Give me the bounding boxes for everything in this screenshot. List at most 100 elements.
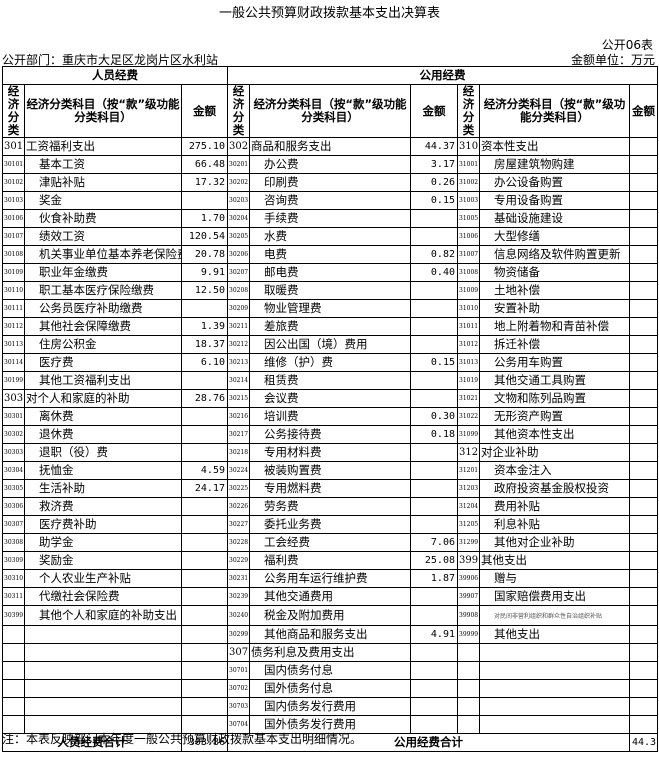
name-cell: 公务接待费 — [249, 425, 411, 444]
amount-cell — [181, 497, 228, 516]
name-cell: 赠与 — [479, 569, 630, 588]
name-cell — [479, 643, 630, 662]
amount-cell: 0.18 — [410, 425, 458, 444]
code-cell: 30202 — [227, 173, 250, 192]
code-cell: 39907 — [457, 587, 480, 606]
amount-cell — [181, 515, 228, 534]
table-row: 30299 其他商品和服务支出 4.91 39999 其他支出 — [2, 625, 658, 644]
code-cell — [2, 643, 25, 662]
name-cell: 奖励金 — [24, 551, 182, 570]
code-cell: 31005 — [457, 209, 480, 228]
name-cell: 维修（护）费 — [249, 353, 411, 372]
amount-cell — [410, 605, 458, 626]
code-cell: 30109 — [2, 263, 25, 282]
amount-cell: 120.54 — [181, 227, 228, 246]
code-cell: 30206 — [227, 245, 250, 264]
name-cell: 其他商品和服务支出 — [249, 625, 411, 644]
name-cell: 退休费 — [24, 425, 182, 444]
name-cell: 培训费 — [249, 407, 411, 426]
name-cell: 对民间非营利组织和群众性自治组织补贴 — [479, 605, 630, 626]
code-cell: 30102 — [2, 173, 25, 192]
name-cell: 其他交通费用 — [249, 587, 411, 606]
table-row: 30301 离休费 30216 培训费 0.30 31022 无形资产购置 — [2, 407, 658, 426]
code-cell: 31099 — [457, 425, 480, 444]
name-cell: 商品和服务支出 — [249, 137, 411, 156]
table-row: 30109 职业年金缴费 9.91 30207 邮电费 0.40 31008 物资储备 — [2, 263, 658, 282]
name-cell: 无形资产购置 — [479, 407, 630, 426]
name-cell: 生活补助 — [24, 479, 182, 498]
amount-cell — [629, 551, 658, 570]
code-cell: 31021 — [457, 389, 480, 408]
name-cell: 房屋建筑物购建 — [479, 155, 630, 174]
name-cell — [479, 661, 630, 680]
amount-cell: 3.17 — [410, 155, 458, 174]
name-cell — [479, 697, 630, 716]
name-cell: 取暖费 — [249, 281, 411, 300]
table-row: 30302 退休费 30217 公务接待费 0.18 31099 其他资本性支出 — [2, 425, 658, 444]
name-cell: 离休费 — [24, 407, 182, 426]
amount-cell — [629, 479, 658, 498]
name-cell: 费用补贴 — [479, 497, 630, 516]
amount-cell: 1.87 — [410, 569, 458, 588]
name-cell: 邮电费 — [249, 263, 411, 282]
name-cell: 文物和陈列品购置 — [479, 389, 630, 408]
code-cell: 31008 — [457, 263, 480, 282]
code-cell: 30101 — [2, 155, 25, 174]
header-name: 经济分类科目（按“款”级功能分类科目） — [479, 84, 630, 138]
code-cell: 30108 — [2, 245, 25, 264]
amount-cell — [629, 497, 658, 516]
name-cell: 国内债务付息 — [249, 661, 411, 680]
amount-cell — [629, 515, 658, 534]
amount-cell — [629, 335, 658, 354]
amount-cell — [629, 569, 658, 588]
amount-cell: 66.48 — [181, 155, 228, 174]
name-cell: 住房公积金 — [24, 335, 182, 354]
amount-cell — [410, 371, 458, 390]
table-row: 303 对个人和家庭的补助 28.76 30215 会议费 31021 文物和陈列品购置 — [2, 389, 658, 408]
name-cell: 基础设施建设 — [479, 209, 630, 228]
name-text: 对民间非营利组织和群众性自治组织补贴 — [494, 613, 603, 620]
name-cell: 办公费 — [249, 155, 411, 174]
amount-cell — [410, 335, 458, 354]
code-cell: 30207 — [227, 263, 250, 282]
table-row: 30702 国外债务付息 — [2, 679, 658, 698]
amount-cell — [181, 643, 228, 662]
name-cell: 机关事业单位基本养老保险费 — [24, 245, 182, 264]
name-cell: 其他资本性支出 — [479, 425, 630, 444]
code-cell: 39908 — [457, 605, 480, 626]
name-cell: 公务用车运行维护费 — [249, 569, 411, 588]
amount-cell — [181, 697, 228, 716]
amount-cell: 6.10 — [181, 353, 228, 372]
amount-cell: 0.15 — [410, 191, 458, 210]
amount-cell: 0.40 — [410, 263, 458, 282]
amount-cell: 17.32 — [181, 173, 228, 192]
code-cell: 30302 — [2, 425, 25, 444]
name-cell: 对个人和家庭的补助 — [24, 389, 182, 408]
table-row: 30102 津贴补贴 17.32 30202 印刷费 0.26 31002 办公设备购置 — [2, 173, 658, 192]
name-cell: 物业管理费 — [249, 299, 411, 318]
name-cell: 因公出国（境）费用 — [249, 335, 411, 354]
amount-cell: 1.70 — [181, 209, 228, 228]
table-row: 301 工资福利支出 275.10 302 商品和服务支出 44.37 310 资本性支出 — [2, 137, 658, 156]
code-cell: 303 — [2, 389, 25, 408]
amount-cell: 275.10 — [181, 137, 228, 156]
code-cell: 31201 — [457, 461, 480, 480]
amount-cell — [629, 137, 658, 156]
header-code: 经济分类 — [227, 84, 250, 138]
table-row: 30106 伙食补助费 1.70 30204 手续费 31005 基础设施建设 — [2, 209, 658, 228]
table-row: 30311 代缴社会保险费 30239 其他交通费用 39907 国家赔偿费用支出 — [2, 587, 658, 606]
name-cell: 伙食补助费 — [24, 209, 182, 228]
name-cell: 个人农业生产补贴 — [24, 569, 182, 588]
table-row: 30303 退职（役）费 30218 专用材料费 312 对企业补助 — [2, 443, 658, 462]
expenditure-table: 人员经费 公用经费 经济分类 经济分类科目（按“款”级功能分类科目） 金额 经济… — [2, 66, 658, 752]
amount-cell — [410, 281, 458, 300]
amount-cell — [410, 497, 458, 516]
name-cell: 会议费 — [249, 389, 411, 408]
name-cell: 基本工资 — [24, 155, 182, 174]
code-cell: 30199 — [2, 371, 25, 390]
amount-cell — [181, 371, 228, 390]
code-cell: 30214 — [227, 371, 250, 390]
amount-cell — [629, 443, 658, 462]
amount-cell — [629, 697, 658, 716]
name-cell: 资本性支出 — [479, 137, 630, 156]
